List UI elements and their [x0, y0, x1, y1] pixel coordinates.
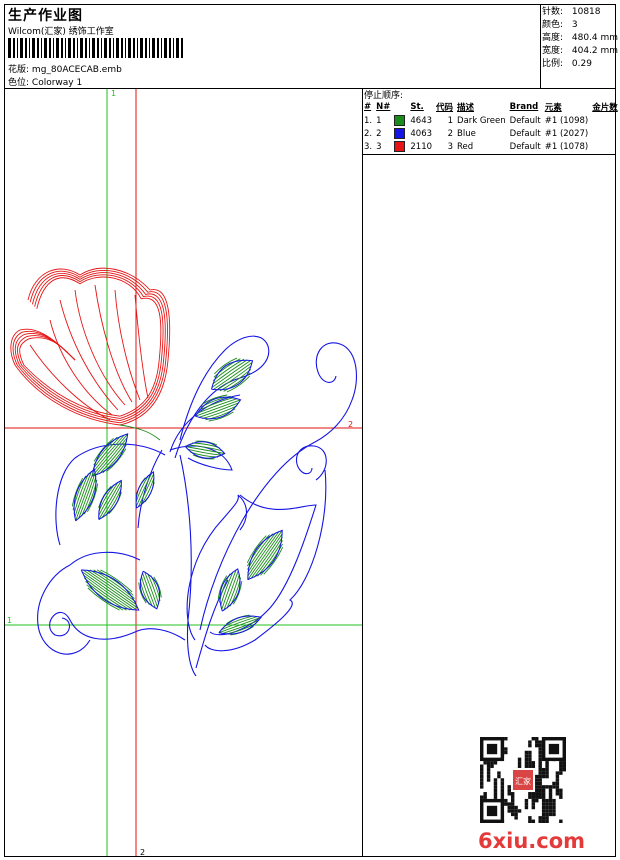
row-index: 3. [364, 141, 373, 152]
seal-stamp-icon: 汇家 [511, 768, 535, 792]
col-n: N# [376, 102, 391, 112]
qr-code-icon: 汇家 [480, 737, 566, 823]
color-swatch [394, 128, 406, 139]
row-brand: Default [509, 115, 541, 126]
canvas-divider-vertical [362, 88, 363, 857]
row-element: #1 (1098) [544, 115, 589, 126]
col-stitches: St. [410, 102, 424, 112]
studio-name: Wilcom(汇家) 绣饰工作室 [8, 27, 114, 37]
table-bottom-line [362, 154, 616, 155]
row-element: #1 (1078) [544, 141, 589, 152]
watermark-logo: 6xiu.com [478, 829, 586, 853]
design-canvas: 1 2 2 1 [5, 89, 362, 856]
row-code: 2 [447, 128, 454, 139]
col-brand: Brand [509, 102, 539, 112]
row-code: 3 [447, 141, 454, 152]
green-fill-layer [71, 357, 284, 636]
stat-scale: 比例: 0.29 [542, 59, 592, 69]
svg-text:汇家: 汇家 [515, 776, 531, 786]
row-brand: Default [509, 141, 541, 152]
table-header-row: # N# St. 代码 描述 Brand 元素 金片数 [362, 100, 620, 114]
col-index: # [364, 102, 372, 112]
row-stitches: 4643 [410, 115, 433, 126]
color-swatch [394, 141, 406, 152]
design-file: mg_80ACECAB.emb [31, 65, 122, 75]
color-swatch [394, 115, 406, 126]
stat-colors: 颜色: 3 [542, 20, 578, 30]
row-stitches: 4063 [410, 128, 433, 139]
guide-label-h1: 1 [7, 616, 12, 625]
colorway-line: 色位: Colorway 1 [8, 75, 82, 88]
stat-width: 宽度: 404.2 mm [542, 46, 619, 56]
header-divider-vertical [540, 4, 541, 88]
barcode-icon [8, 38, 183, 58]
row-sequins [590, 114, 620, 127]
guide-label-v2: 2 [140, 848, 145, 856]
row-stitches: 2110 [410, 141, 433, 152]
col-desc: 描述 [457, 103, 475, 113]
col-swatch [392, 100, 408, 114]
table-row: 2. 2 4063 2 Blue Default #1 (2027) [362, 127, 620, 140]
row-n: 1 [376, 115, 382, 126]
guide-label-v1: 1 [111, 89, 116, 98]
stat-height: 高度: 480.4 mm [542, 33, 619, 43]
row-sequins [590, 140, 620, 153]
row-index: 2. [364, 128, 373, 139]
row-sequins [590, 127, 620, 140]
stats-panel: 针数: 10818 颜色: 3 高度: 480.4 mm 宽度: 404.2 m… [542, 6, 618, 71]
guide-label-h2: 2 [348, 420, 353, 429]
row-desc: Dark Green [457, 115, 506, 126]
row-element: #1 (2027) [544, 128, 589, 139]
page-title: 生产作业图 [8, 8, 83, 24]
row-desc: Blue [457, 128, 476, 139]
colorway-label: 色位: [8, 78, 30, 88]
col-element: 元素 [544, 103, 562, 113]
row-index: 1. [364, 115, 373, 126]
row-desc: Red [457, 141, 474, 152]
design-label: 花版: [8, 65, 30, 75]
table-row: 1. 1 4643 1 Dark Green Default #1 (1098) [362, 114, 620, 127]
row-swatch [392, 140, 408, 153]
row-swatch [392, 114, 408, 127]
col-sequins: 金片数 [592, 103, 618, 113]
design-file-line: 花版: mg_80ACECAB.emb [8, 62, 122, 75]
row-code: 1 [447, 115, 454, 126]
stat-stitches: 针数: 10818 [542, 7, 601, 17]
col-code: 代码 [436, 103, 454, 113]
stop-sequence-table: # N# St. 代码 描述 Brand 元素 金片数 1. 1 4643 1 Dark… [362, 100, 620, 153]
colorway-value: Colorway 1 [31, 78, 83, 88]
row-brand: Default [509, 128, 541, 139]
row-n: 3 [376, 141, 382, 152]
row-swatch [392, 127, 408, 140]
table-row: 3. 3 2110 3 Red Default #1 (1078) [362, 140, 620, 153]
red-tulip-layer [10, 267, 171, 441]
row-n: 2 [376, 128, 382, 139]
